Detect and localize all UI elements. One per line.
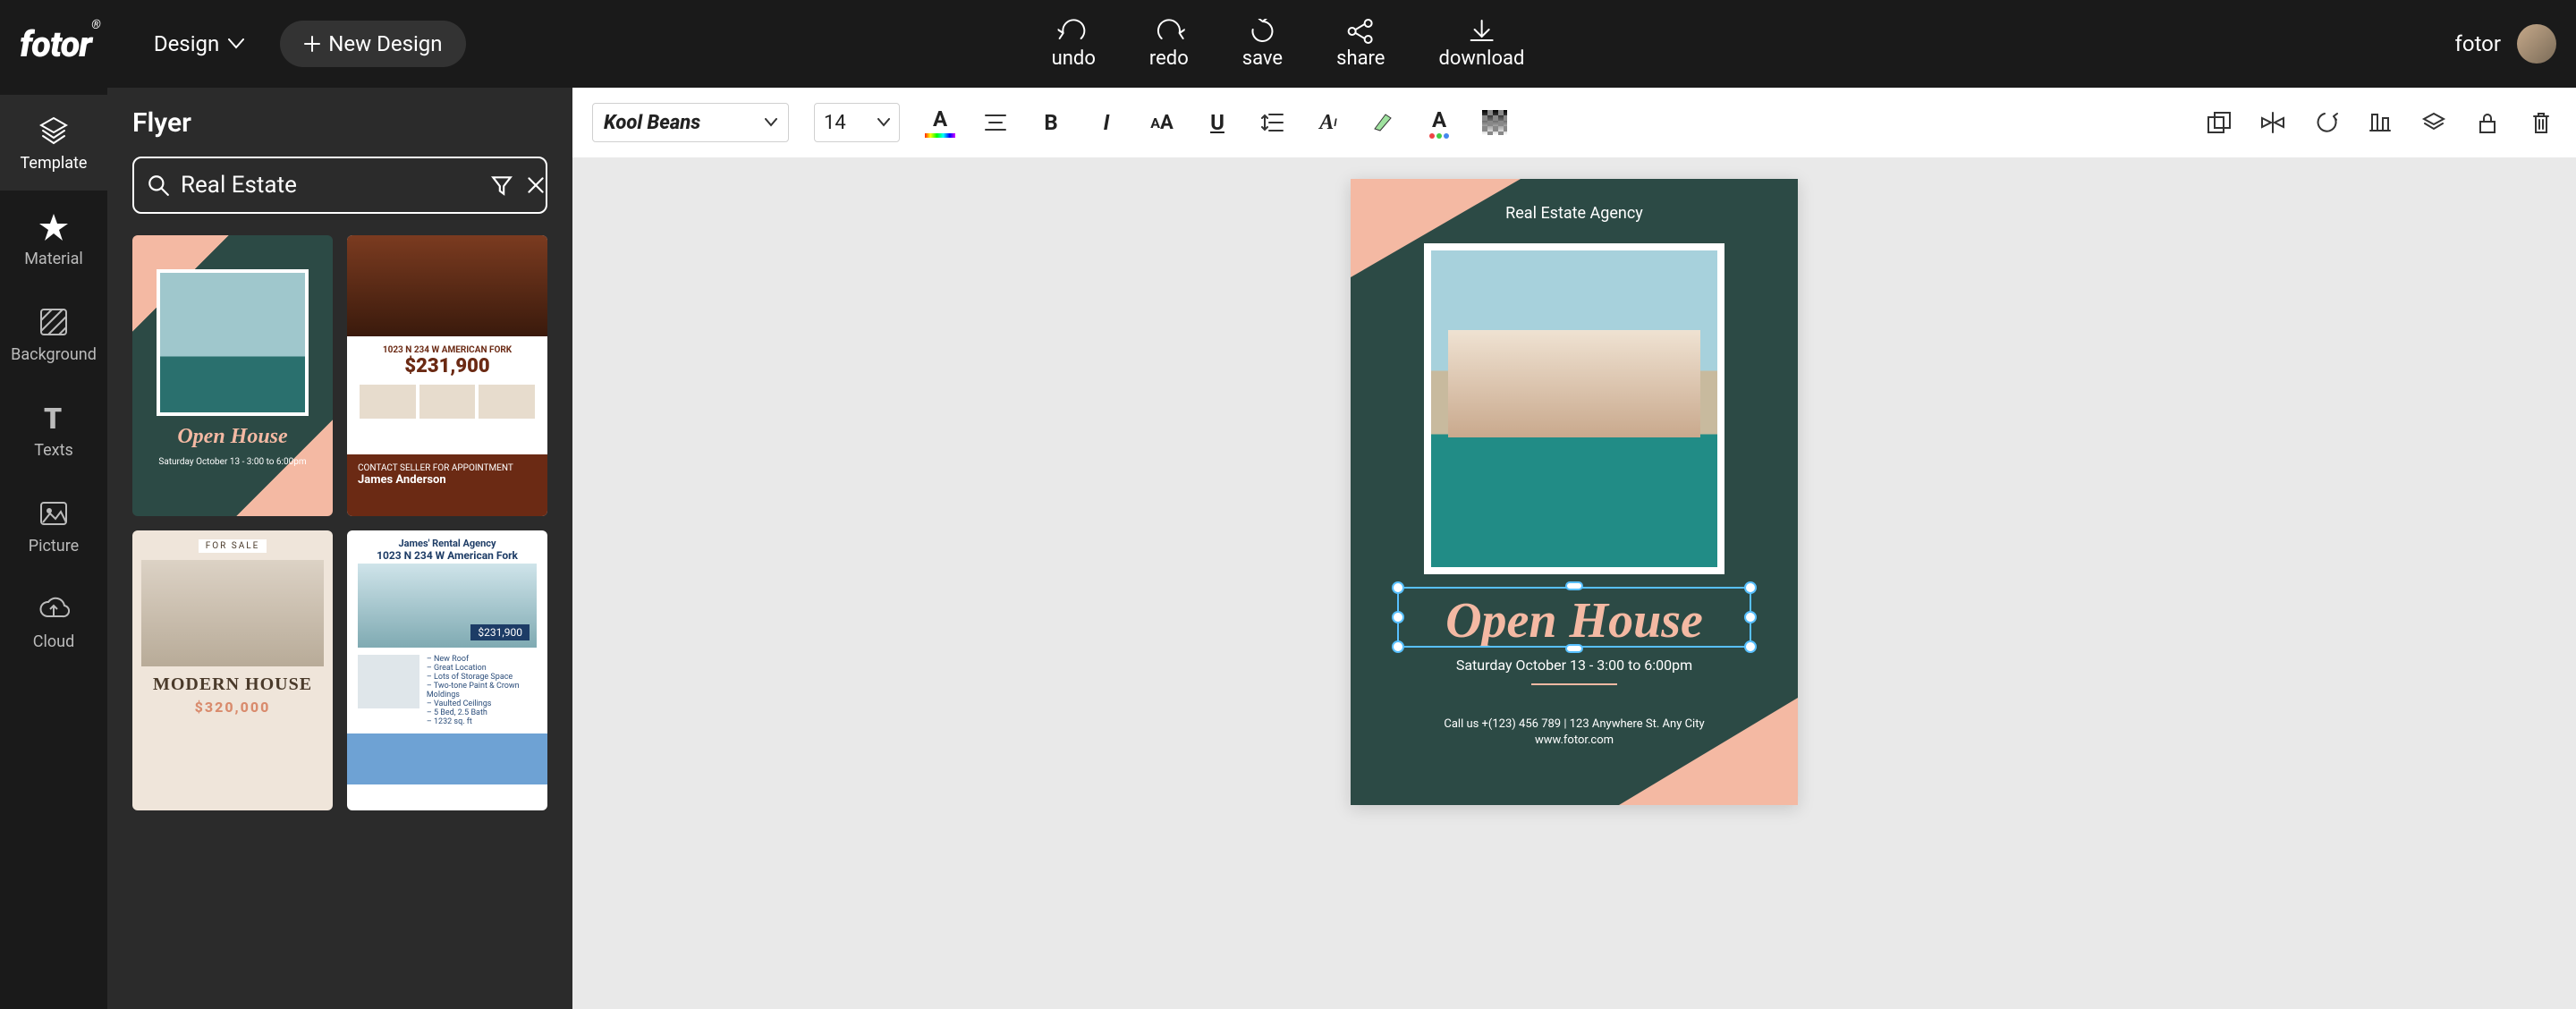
opacity-button[interactable] [1479, 107, 1510, 138]
rail-item-material[interactable]: Material [0, 191, 107, 286]
font-family-select[interactable]: Kool Beans [592, 103, 789, 142]
clear-icon[interactable] [524, 174, 547, 197]
layers-button[interactable] [2419, 107, 2449, 138]
layers-icon [38, 114, 70, 147]
font-size-select[interactable]: 14 [814, 103, 900, 142]
template-address: 1023 N 234 W AMERICAN FORK [360, 345, 535, 355]
flyer-subtitle[interactable]: Saturday October 13 - 3:00 to 6:00pm [1351, 657, 1798, 674]
svg-text:T: T [44, 402, 62, 434]
rail-item-background[interactable]: Background [0, 286, 107, 382]
template-price: $231,900 [360, 355, 535, 377]
bold-button[interactable]: B [1036, 107, 1066, 138]
line-height-button[interactable] [1258, 107, 1288, 138]
search-icon [147, 174, 170, 197]
rail-item-cloud[interactable]: Cloud [0, 573, 107, 669]
rotate-button[interactable] [2311, 107, 2342, 138]
download-icon [1465, 19, 1497, 44]
template-card[interactable]: James' Rental Agency 1023 N 234 W Americ… [347, 530, 547, 811]
lock-button[interactable] [2472, 107, 2503, 138]
cloud-upload-icon [38, 593, 70, 625]
design-menu[interactable]: Design [154, 31, 244, 56]
canvas[interactable]: Real Estate Agency Open House Saturday O… [572, 157, 2576, 1009]
italic-button[interactable]: I [1091, 107, 1122, 138]
share-button[interactable]: share [1336, 19, 1385, 70]
image-icon [38, 497, 70, 530]
template-badge: FOR SALE [199, 539, 267, 553]
template-price: $320,000 [132, 699, 333, 716]
undo-button[interactable]: undo [1052, 19, 1096, 70]
highlight-button[interactable] [1368, 107, 1399, 138]
redo-button[interactable]: redo [1149, 19, 1189, 70]
template-price: $231,900 [470, 624, 530, 640]
chevron-down-icon [228, 38, 244, 49]
template-seller: James Anderson [358, 473, 537, 487]
save-button[interactable]: save [1242, 19, 1283, 70]
underline-button[interactable]: U [1202, 107, 1233, 138]
share-icon [1344, 19, 1377, 44]
chevron-down-icon [765, 118, 777, 127]
text-icon: T [38, 402, 70, 434]
template-card[interactable]: Open House Saturday October 13 - 3:00 to… [132, 235, 333, 516]
align-objects-button[interactable] [2365, 107, 2395, 138]
panel-title: Flyer [132, 107, 547, 139]
flyer-title[interactable]: Open House [1445, 596, 1703, 646]
star-icon [38, 210, 70, 242]
rail-item-texts[interactable]: T Texts [0, 382, 107, 478]
rail-item-picture[interactable]: Picture [0, 478, 107, 573]
avatar[interactable] [2517, 24, 2556, 64]
new-design-button[interactable]: New Design [280, 21, 465, 67]
delete-button[interactable] [2526, 107, 2556, 138]
template-headline: Open House [132, 426, 333, 447]
template-cta: CONTACT SELLER FOR APPOINTMENT [358, 463, 537, 473]
chevron-down-icon [877, 118, 890, 127]
template-title: MODERN HOUSE [132, 674, 333, 695]
flyer-artboard[interactable]: Real Estate Agency Open House Saturday O… [1351, 179, 1798, 805]
filter-icon[interactable] [490, 174, 513, 197]
refresh-icon [1246, 19, 1278, 44]
user-label[interactable]: fotor [2455, 31, 2501, 56]
app-logo[interactable]: fotor® [20, 23, 100, 65]
template-card[interactable]: 1023 N 234 W AMERICAN FORK $231,900 CONT… [347, 235, 547, 516]
flyer-agency[interactable]: Real Estate Agency [1351, 204, 1798, 223]
template-features: New RoofGreat LocationLots of Storage Sp… [427, 655, 537, 726]
template-search[interactable] [132, 157, 547, 214]
smallcaps-button[interactable]: AA [1147, 107, 1177, 138]
flip-button[interactable] [2258, 107, 2288, 138]
redo-icon [1153, 19, 1185, 44]
template-card[interactable]: FOR SALE MODERN HOUSE $320,000 [132, 530, 333, 811]
search-input[interactable] [181, 172, 479, 199]
flyer-website[interactable]: www.fotor.com [1351, 733, 1798, 747]
hatch-icon [38, 306, 70, 338]
duplicate-button[interactable] [2204, 107, 2234, 138]
flyer-photo[interactable] [1424, 243, 1724, 574]
multicolor-button[interactable]: A [1424, 107, 1454, 138]
flyer-contact[interactable]: Call us +(123) 456 789 | 123 Anywhere St… [1351, 717, 1798, 731]
text-effects-button[interactable]: AI [1313, 107, 1343, 138]
template-address: 1023 N 234 W American Fork [347, 549, 547, 562]
text-color-button[interactable]: A [925, 107, 955, 138]
download-button[interactable]: download [1438, 19, 1524, 70]
template-subline: Saturday October 13 - 3:00 to 6:00pm [132, 457, 333, 467]
template-agency: James' Rental Agency [347, 538, 547, 549]
align-button[interactable] [980, 107, 1011, 138]
undo-icon [1057, 19, 1089, 44]
plus-icon [303, 35, 321, 53]
rail-item-template[interactable]: Template [0, 95, 107, 191]
